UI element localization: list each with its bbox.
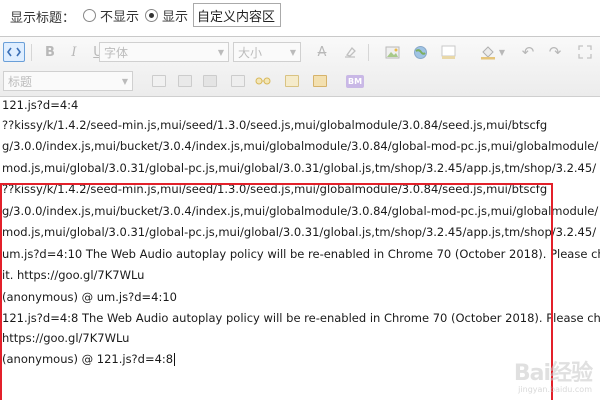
- font-family-select[interactable]: 字体 ▼: [99, 42, 229, 62]
- chevron-down-icon: ▼: [289, 47, 296, 57]
- content-line-4: mod.js,mui/global/3.0.31/global-pc.js,mu…: [2, 161, 597, 175]
- font-size-value: 大小: [238, 45, 263, 60]
- code-icon: [7, 47, 21, 57]
- strikethrough-button[interactable]: A: [312, 42, 332, 62]
- chevron-down-icon: ▼: [121, 76, 128, 86]
- watermark-logo-a: Bai: [513, 361, 551, 386]
- rich-text-editor: B I U 字体 ▼ 大小 ▼ A ▼ ↶ ↷ 标题 ▼ BM 121.js?d…: [0, 36, 600, 400]
- align-center-button[interactable]: [175, 71, 195, 91]
- title-setting-label: 显示标题：: [10, 11, 76, 26]
- radio-show-circle[interactable]: [145, 9, 158, 22]
- table-icon: [285, 75, 299, 87]
- emoticon-icon: [313, 75, 327, 87]
- content-line-12: https://goo.gl/7K7WLu: [2, 331, 130, 345]
- align-right-button[interactable]: [200, 71, 220, 91]
- paint-bucket-icon: [481, 45, 495, 59]
- glasses-icon: [255, 77, 271, 85]
- fill-color-button[interactable]: [478, 42, 498, 62]
- toolbar-row-1: B I U 字体 ▼ 大小 ▼ A ▼ ↶ ↷: [0, 37, 600, 67]
- text-cursor: [174, 353, 176, 366]
- redo-icon: ↷: [548, 43, 562, 61]
- chevron-down-icon[interactable]: ▼: [497, 42, 507, 62]
- editor-content-area[interactable]: 121.js?d=4:4 ??kissy/k/1.4.2/seed-min.js…: [0, 98, 600, 400]
- chevron-down-icon: ▼: [217, 47, 224, 57]
- align-right-icon: [203, 75, 217, 87]
- expand-icon: [578, 45, 592, 59]
- redo-button[interactable]: ↷: [545, 42, 565, 62]
- content-line-8: um.js?d=4:10 The Web Audio autoplay poli…: [2, 247, 600, 261]
- bm-label: BM: [345, 74, 365, 88]
- glasses-button[interactable]: [253, 71, 273, 91]
- ordered-list-button[interactable]: [228, 71, 248, 91]
- radio-show-title[interactable]: 显示: [145, 6, 188, 25]
- insert-image-button[interactable]: [382, 42, 402, 62]
- content-line-10: (anonymous) @ um.js?d=4:10: [2, 290, 177, 304]
- content-line-6: g/3.0.0/index.js,mui/bucket/3.0.4/index.…: [2, 204, 599, 218]
- radio-hide-circle[interactable]: [83, 9, 96, 22]
- custom-title-input[interactable]: [193, 3, 281, 27]
- eraser-icon: [345, 46, 356, 58]
- content-line-9: it. https://goo.gl/7K7WLu: [2, 268, 145, 282]
- content-line-13-text: (anonymous) @ 121.js?d=4:8: [2, 352, 174, 366]
- watermark: Bai经验 jingyan.baidu.com: [513, 355, 593, 394]
- table-button[interactable]: [282, 71, 302, 91]
- font-family-value: 字体: [104, 45, 129, 60]
- fullscreen-button[interactable]: [575, 42, 595, 62]
- font-size-select[interactable]: 大小 ▼: [233, 42, 301, 62]
- heading-select[interactable]: 标题 ▼: [3, 71, 133, 91]
- emoticon-button[interactable]: [310, 71, 330, 91]
- toolbar-separator: [31, 44, 32, 61]
- undo-button[interactable]: ↶: [518, 42, 538, 62]
- html-source-button[interactable]: [3, 42, 25, 62]
- content-line-5: ??kissy/k/1.4.2/seed-min.js,mui/seed/1.3…: [2, 182, 548, 196]
- content-line-7: mod.js,mui/global/3.0.31/global-pc.js,mu…: [2, 225, 597, 239]
- radio-hide-label: 不显示: [100, 10, 140, 25]
- content-line-3: g/3.0.0/index.js,mui/bucket/3.0.4/index.…: [2, 139, 599, 153]
- content-line-11: 121.js?d=4:8 The Web Audio autoplay poli…: [2, 311, 600, 325]
- font-color-icon: [441, 45, 455, 59]
- toolbar-separator: [368, 44, 369, 61]
- content-line-2: ??kissy/k/1.4.2/seed-min.js,mui/seed/1.3…: [2, 118, 548, 132]
- ordered-list-icon: [231, 75, 245, 87]
- watermark-logo: Bai经验: [513, 355, 593, 387]
- radio-hide-title[interactable]: 不显示: [83, 6, 139, 25]
- title-setting-row: 显示标题： 不显示 显示: [0, 0, 600, 36]
- image-icon: [385, 46, 399, 58]
- align-left-icon: [152, 75, 166, 87]
- content-line-1: 121.js?d=4:4: [2, 98, 79, 112]
- italic-button[interactable]: I: [64, 42, 84, 62]
- editor-toolbar: B I U 字体 ▼ 大小 ▼ A ▼ ↶ ↷ 标题 ▼ BM: [0, 37, 600, 97]
- watermark-url: jingyan.baidu.com: [518, 385, 592, 394]
- insert-link-button[interactable]: [410, 42, 430, 62]
- eraser-button[interactable]: [340, 42, 360, 62]
- content-line-13: (anonymous) @ 121.js?d=4:8: [2, 349, 176, 369]
- watermark-logo-b: 经验: [549, 361, 593, 386]
- heading-value: 标题: [8, 74, 33, 89]
- align-left-button[interactable]: [149, 71, 169, 91]
- globe-icon: [413, 45, 427, 59]
- undo-icon: ↶: [521, 43, 535, 61]
- align-center-icon: [178, 75, 192, 87]
- toolbar-row-2: 标题 ▼ BM: [0, 66, 600, 96]
- radio-show-label: 显示: [162, 10, 189, 25]
- bold-button[interactable]: B: [40, 42, 60, 62]
- text-color-button[interactable]: [438, 42, 458, 62]
- bm-button[interactable]: BM: [344, 71, 366, 91]
